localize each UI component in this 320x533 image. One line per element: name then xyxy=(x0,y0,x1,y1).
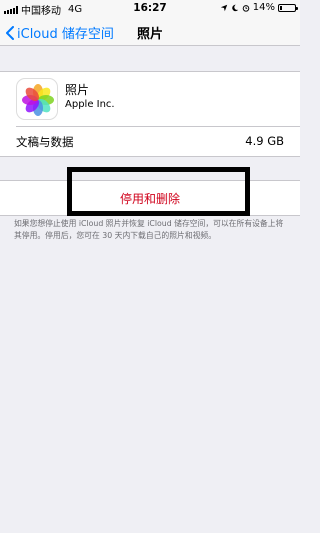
app-name: 照片 xyxy=(65,83,90,97)
chevron-left-icon xyxy=(6,25,14,40)
location-icon xyxy=(220,4,227,11)
app-vendor: Apple Inc. xyxy=(65,99,115,110)
status-bar: 中国移动 4G 16:27 14% xyxy=(0,0,300,17)
photos-app-icon xyxy=(16,78,58,120)
back-button-label: iCloud 储存空间 xyxy=(17,27,114,42)
documents-data-size: 4.9 GB xyxy=(245,133,284,148)
battery-percent: 14% xyxy=(252,2,275,13)
alarm-icon xyxy=(242,4,250,12)
do-not-disturb-icon xyxy=(232,4,238,11)
app-row: 照片 Apple Inc. xyxy=(0,72,300,126)
documents-data-row: 文稿与数据 4.9 GB xyxy=(0,127,300,156)
footer-description: 如果您想停止使用 iCloud 照片并恢复 iCloud 储存空间，可以在所有设… xyxy=(14,219,284,240)
documents-data-label: 文稿与数据 xyxy=(16,134,74,149)
back-button[interactable]: iCloud 储存空间 xyxy=(6,23,114,42)
app-info-group: 照片 Apple Inc. 文稿与数据 4.9 GB xyxy=(0,71,300,157)
battery-icon xyxy=(278,3,298,12)
navigation-bar: iCloud 储存空间 照片 xyxy=(0,16,300,46)
highlight-annotation-box xyxy=(67,167,250,216)
